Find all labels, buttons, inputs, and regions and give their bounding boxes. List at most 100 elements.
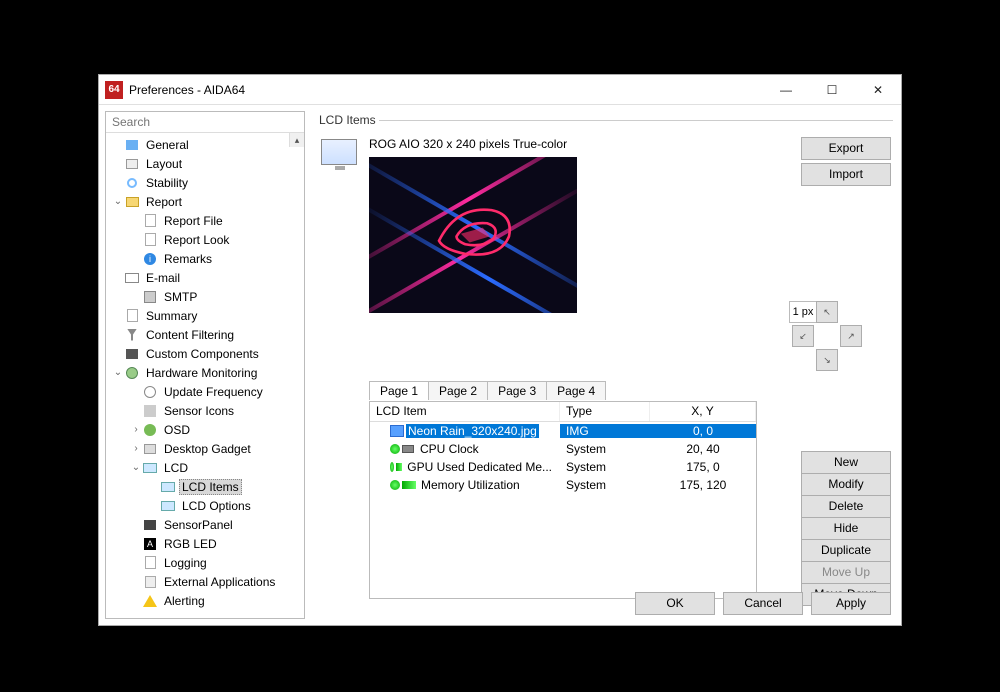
apply-button[interactable]: Apply: [811, 592, 891, 615]
export-button[interactable]: Export: [801, 137, 891, 160]
nav-rgb-led[interactable]: ARGB LED: [106, 534, 304, 553]
nudge-left-button[interactable]: ↙: [792, 325, 814, 347]
nav-report-look[interactable]: Report Look: [106, 230, 304, 249]
nav-general[interactable]: General: [106, 135, 304, 154]
nav-lcd-items[interactable]: LCD Items: [106, 477, 304, 496]
minimize-button[interactable]: —: [763, 75, 809, 105]
nav-sensor-icons[interactable]: Sensor Icons: [106, 401, 304, 420]
nav-update-frequency[interactable]: Update Frequency: [106, 382, 304, 401]
display-icon: [321, 139, 357, 165]
i-lcd-icon: [142, 460, 158, 476]
lcd-items-grid[interactable]: LCD Item Type X, Y Neon Rain_320x240.jpg…: [369, 401, 757, 599]
i-mail-icon: [124, 270, 140, 286]
nav-stability[interactable]: Stability: [106, 173, 304, 192]
sensor-icon: [390, 480, 400, 490]
nudge-right-button[interactable]: ↗: [840, 325, 862, 347]
nav-hardware-monitoring[interactable]: ⌄ Hardware Monitoring: [106, 363, 304, 382]
nav-label: Desktop Gadget: [164, 442, 251, 456]
nav-report[interactable]: ⌄ Report: [106, 192, 304, 211]
modify-button[interactable]: Modify: [801, 473, 891, 496]
hide-button[interactable]: Hide: [801, 517, 891, 540]
expand-icon[interactable]: ›: [130, 424, 142, 435]
i-doc-icon: [142, 213, 158, 229]
delete-button[interactable]: Delete: [801, 495, 891, 518]
nav-label: SensorPanel: [164, 518, 233, 532]
nav-custom-components[interactable]: Custom Components: [106, 344, 304, 363]
grid-row[interactable]: Memory UtilizationSystem175, 120: [370, 476, 756, 494]
tab-page-1[interactable]: Page 1: [369, 381, 429, 400]
item-type: System: [560, 442, 650, 456]
i-dg-icon: [142, 441, 158, 457]
dialog-footer: OK Cancel Apply: [635, 592, 891, 615]
col-lcd-item[interactable]: LCD Item: [370, 402, 560, 421]
tab-page-3[interactable]: Page 3: [487, 381, 547, 400]
lcd-preview: [369, 157, 577, 313]
grid-row[interactable]: GPU Used Dedicated Me...System175, 0: [370, 458, 756, 476]
item-name: CPU Clock: [418, 442, 481, 456]
nav-content-filtering[interactable]: Content Filtering: [106, 325, 304, 344]
col-xy[interactable]: X, Y: [650, 402, 756, 421]
item-action-buttons: New Modify Delete Hide Duplicate Move Up…: [801, 451, 891, 605]
search-input[interactable]: [106, 112, 304, 133]
nav-pane: ▴ General Layout Stability ⌄ Report Report Fi…: [105, 111, 305, 619]
expand-icon[interactable]: ›: [130, 443, 142, 454]
i-stab-icon: [124, 175, 140, 191]
nav-label: Sensor Icons: [164, 404, 234, 418]
nav-label: OSD: [164, 423, 190, 437]
cancel-button[interactable]: Cancel: [723, 592, 803, 615]
new-button[interactable]: New: [801, 451, 891, 474]
tab-page-4[interactable]: Page 4: [546, 381, 606, 400]
nav-alerting[interactable]: Alerting: [106, 591, 304, 610]
nav-label: Hardware Monitoring: [146, 366, 257, 380]
nav-osd[interactable]: › OSD: [106, 420, 304, 439]
nav-label: Report: [146, 195, 182, 209]
i-fold-icon: [124, 194, 140, 210]
preferences-window: 64 Preferences - AIDA64 — ☐ ✕ ▴ General L…: [98, 74, 902, 626]
nudge-up-button[interactable]: ↖: [816, 301, 838, 323]
nav-report-file[interactable]: Report File: [106, 211, 304, 230]
tab-page-2[interactable]: Page 2: [428, 381, 488, 400]
nav-sensorpanel[interactable]: SensorPanel: [106, 515, 304, 534]
duplicate-button[interactable]: Duplicate: [801, 539, 891, 562]
titlebar: 64 Preferences - AIDA64 — ☐ ✕: [99, 75, 901, 105]
close-button[interactable]: ✕: [855, 75, 901, 105]
nav-tree[interactable]: ▴ General Layout Stability ⌄ Report Report Fi…: [106, 133, 304, 618]
nav-layout[interactable]: Layout: [106, 154, 304, 173]
nav-lcd-options[interactable]: LCD Options: [106, 496, 304, 515]
nudge-down-button[interactable]: ↘: [816, 349, 838, 371]
bar-icon: [396, 463, 402, 471]
nav-lcd[interactable]: ⌄ LCD: [106, 458, 304, 477]
nav-label: Content Filtering: [146, 328, 234, 342]
i-lcd-icon: [160, 498, 176, 514]
nav-external-applications[interactable]: External Applications: [106, 572, 304, 591]
chip-icon: [402, 445, 414, 453]
nav-desktop-gadget[interactable]: › Desktop Gadget: [106, 439, 304, 458]
nav-e-mail[interactable]: E-mail: [106, 268, 304, 287]
import-button[interactable]: Import: [801, 163, 891, 186]
ok-button[interactable]: OK: [635, 592, 715, 615]
nudge-step-value[interactable]: 1 px: [789, 301, 817, 323]
item-name: Neon Rain_320x240.jpg: [406, 424, 539, 438]
move-up-button[interactable]: Move Up: [801, 561, 891, 584]
nav-label: LCD: [164, 461, 188, 475]
nav-label: Layout: [146, 157, 182, 171]
nav-logging[interactable]: Logging: [106, 553, 304, 572]
nav-label: LCD Options: [182, 499, 251, 513]
item-type: System: [560, 478, 650, 492]
nav-smtp[interactable]: SMTP: [106, 287, 304, 306]
nav-remarks[interactable]: iRemarks: [106, 249, 304, 268]
expand-icon[interactable]: ⌄: [130, 462, 142, 473]
grid-header: LCD Item Type X, Y: [370, 402, 756, 422]
nav-label: LCD Items: [182, 480, 239, 494]
nav-summary[interactable]: Summary: [106, 306, 304, 325]
expand-icon[interactable]: ⌄: [112, 367, 124, 378]
nudge-pad: ↖ ↙ 1 px ↗ ↘: [789, 301, 865, 377]
scroll-up-button[interactable]: ▴: [289, 133, 304, 147]
maximize-button[interactable]: ☐: [809, 75, 855, 105]
grid-row[interactable]: CPU ClockSystem20, 40: [370, 440, 756, 458]
i-warn-icon: [142, 593, 158, 609]
col-type[interactable]: Type: [560, 402, 650, 421]
grid-row[interactable]: Neon Rain_320x240.jpgIMG0, 0: [370, 422, 756, 440]
expand-icon[interactable]: ⌄: [112, 196, 124, 207]
nav-label: E-mail: [146, 271, 180, 285]
